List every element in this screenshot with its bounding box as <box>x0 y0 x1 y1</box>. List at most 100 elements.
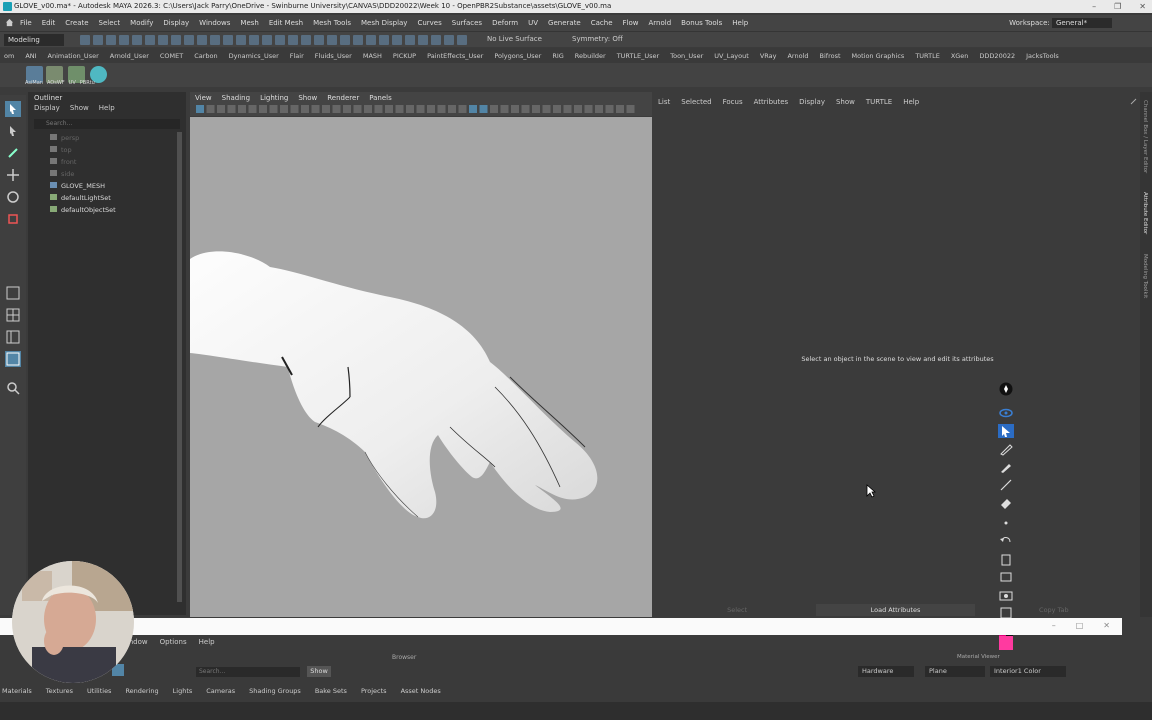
menu-mesh-tools[interactable]: Mesh Tools <box>313 19 351 27</box>
status-line-button[interactable] <box>158 35 168 45</box>
hs-tab-lights[interactable]: Lights <box>173 687 193 695</box>
shelf-tab-jackstools[interactable]: JacksTools <box>1026 52 1059 60</box>
menu-modify[interactable]: Modify <box>130 19 153 27</box>
shelf-tab-comet[interactable]: COMET <box>160 52 183 60</box>
menu-file[interactable]: File <box>20 19 32 27</box>
highlighter-icon[interactable] <box>998 460 1014 474</box>
hs-tab-bake-sets[interactable]: Bake Sets <box>315 687 347 695</box>
shelf-tab-arnold-user[interactable]: Arnold_User <box>110 52 149 60</box>
persp-outliner-layout-icon[interactable] <box>5 329 21 345</box>
renderer-dropdown[interactable]: Hardware <box>858 666 914 677</box>
minimize-icon[interactable]: – <box>1092 0 1096 13</box>
menu-create[interactable]: Create <box>65 19 88 27</box>
status-line-button[interactable] <box>275 35 285 45</box>
status-line-button[interactable] <box>327 35 337 45</box>
outliner-menu-display[interactable]: Display <box>34 104 60 112</box>
viewport-toolbar-icon[interactable] <box>521 105 530 113</box>
viewport-toolbar-icon[interactable] <box>395 105 404 113</box>
paint-select-icon[interactable] <box>5 145 21 161</box>
status-line-button[interactable] <box>431 35 441 45</box>
status-line-button[interactable] <box>132 35 142 45</box>
mode-dropdown[interactable]: Modeling <box>4 34 64 46</box>
viewport-toolbar-icon[interactable] <box>248 105 257 113</box>
viewport-toolbar-icon[interactable] <box>542 105 551 113</box>
tab-modeling-toolkit[interactable]: Modeling Toolkit <box>1142 254 1148 298</box>
shelf-tab-mash[interactable]: MASH <box>363 52 382 60</box>
viewport-toolbar-icon[interactable] <box>196 105 204 113</box>
shelf-tab-rig[interactable]: RIG <box>552 52 563 60</box>
viewport-menu-panels[interactable]: Panels <box>369 94 392 102</box>
close-icon[interactable]: ✕ <box>1103 621 1110 630</box>
shelf-tab-turtle-user[interactable]: TURTLE_User <box>617 52 660 60</box>
symmetry-label[interactable]: Symmetry: Off <box>572 35 623 43</box>
outliner-scrollbar[interactable] <box>177 132 182 602</box>
viewport-toolbar-icon[interactable] <box>584 105 593 113</box>
shelf-tab-bifrost[interactable]: Bifrost <box>820 52 841 60</box>
menu-windows[interactable]: Windows <box>199 19 230 27</box>
viewport-toolbar-icon[interactable] <box>227 105 236 113</box>
line-tool-icon[interactable] <box>998 478 1014 492</box>
lasso-tool-icon[interactable] <box>5 123 21 139</box>
outliner-item[interactable]: side <box>50 170 74 178</box>
menu-flow[interactable]: Flow <box>623 19 639 27</box>
status-line-button[interactable] <box>80 35 90 45</box>
outliner-layout-icon[interactable] <box>5 351 21 367</box>
attr-menu-turtle[interactable]: TURTLE <box>866 98 892 106</box>
shelf-tab-flair[interactable]: Flair <box>290 52 304 60</box>
viewport-toolbar-icon[interactable] <box>437 105 446 113</box>
status-line-button[interactable] <box>288 35 298 45</box>
board-icon[interactable] <box>998 570 1014 584</box>
status-line-button[interactable] <box>392 35 402 45</box>
attr-menu-selected[interactable]: Selected <box>681 98 711 106</box>
hs-tab-rendering[interactable]: Rendering <box>125 687 158 695</box>
eye-icon[interactable] <box>998 406 1014 420</box>
outliner-menu-show[interactable]: Show <box>70 104 89 112</box>
geometry-dropdown[interactable]: Plane <box>925 666 985 677</box>
status-line-button[interactable] <box>249 35 259 45</box>
shelf-tab-uv-layout[interactable]: UV_Layout <box>714 52 749 60</box>
hs-tab-shading-groups[interactable]: Shading Groups <box>249 687 301 695</box>
close-icon[interactable]: ✕ <box>1139 0 1146 13</box>
viewport-toolbar-icon[interactable] <box>605 105 614 113</box>
status-line-button[interactable] <box>145 35 155 45</box>
tab-attribute-editor[interactable]: Attribute Editor <box>1142 192 1148 234</box>
viewport-toolbar-icon[interactable] <box>406 105 414 113</box>
attr-menu-focus[interactable]: Focus <box>723 98 743 106</box>
viewport-toolbar-icon[interactable] <box>364 105 372 113</box>
menu-select[interactable]: Select <box>99 19 121 27</box>
status-line-button[interactable] <box>210 35 220 45</box>
single-perspective-layout-icon[interactable] <box>5 285 21 301</box>
glove-mesh-render[interactable] <box>190 117 652 617</box>
viewport-toolbar-icon[interactable] <box>469 105 477 113</box>
viewport-toolbar-icon[interactable] <box>301 105 309 113</box>
home-icon[interactable] <box>5 18 14 27</box>
viewport-toolbar-icon[interactable] <box>217 105 225 113</box>
hypershade-search-input[interactable]: Search... <box>196 667 300 677</box>
shelf-tab-toon-user[interactable]: Toon_User <box>670 52 703 60</box>
viewport-toolbar-icon[interactable] <box>574 105 582 113</box>
menu-generate[interactable]: Generate <box>548 19 581 27</box>
outliner-menu-help[interactable]: Help <box>99 104 115 112</box>
menu-deform[interactable]: Deform <box>492 19 518 27</box>
load-attributes-button[interactable]: Load Attributes <box>816 604 975 616</box>
shelf-tab-pickup[interactable]: PICKUP <box>393 52 416 60</box>
select-tool-icon[interactable] <box>5 101 21 117</box>
color-mode-dropdown[interactable]: Interior1 Color <box>990 666 1066 677</box>
menu-help[interactable]: Help <box>732 19 748 27</box>
menu-mesh[interactable]: Mesh <box>240 19 258 27</box>
shelf-tab-ddd20022[interactable]: DDD20022 <box>979 52 1015 60</box>
menu-edit[interactable]: Edit <box>42 19 56 27</box>
hs-tab-asset-nodes[interactable]: Asset Nodes <box>401 687 441 695</box>
status-line-button[interactable] <box>93 35 103 45</box>
tab-channel-box[interactable]: Channel Box / Layer Editor <box>1142 100 1148 173</box>
status-line-button[interactable] <box>340 35 350 45</box>
rotate-tool-icon[interactable] <box>5 189 21 205</box>
viewport-menu-shading[interactable]: Shading <box>222 94 250 102</box>
outliner-item[interactable]: front <box>50 158 76 166</box>
viewport-toolbar-icon[interactable] <box>259 105 267 113</box>
viewport-3d[interactable] <box>190 117 652 617</box>
status-line-button[interactable] <box>301 35 311 45</box>
attr-menu-show[interactable]: Show <box>836 98 855 106</box>
trash-icon[interactable] <box>998 552 1014 566</box>
status-line-button[interactable] <box>444 35 454 45</box>
